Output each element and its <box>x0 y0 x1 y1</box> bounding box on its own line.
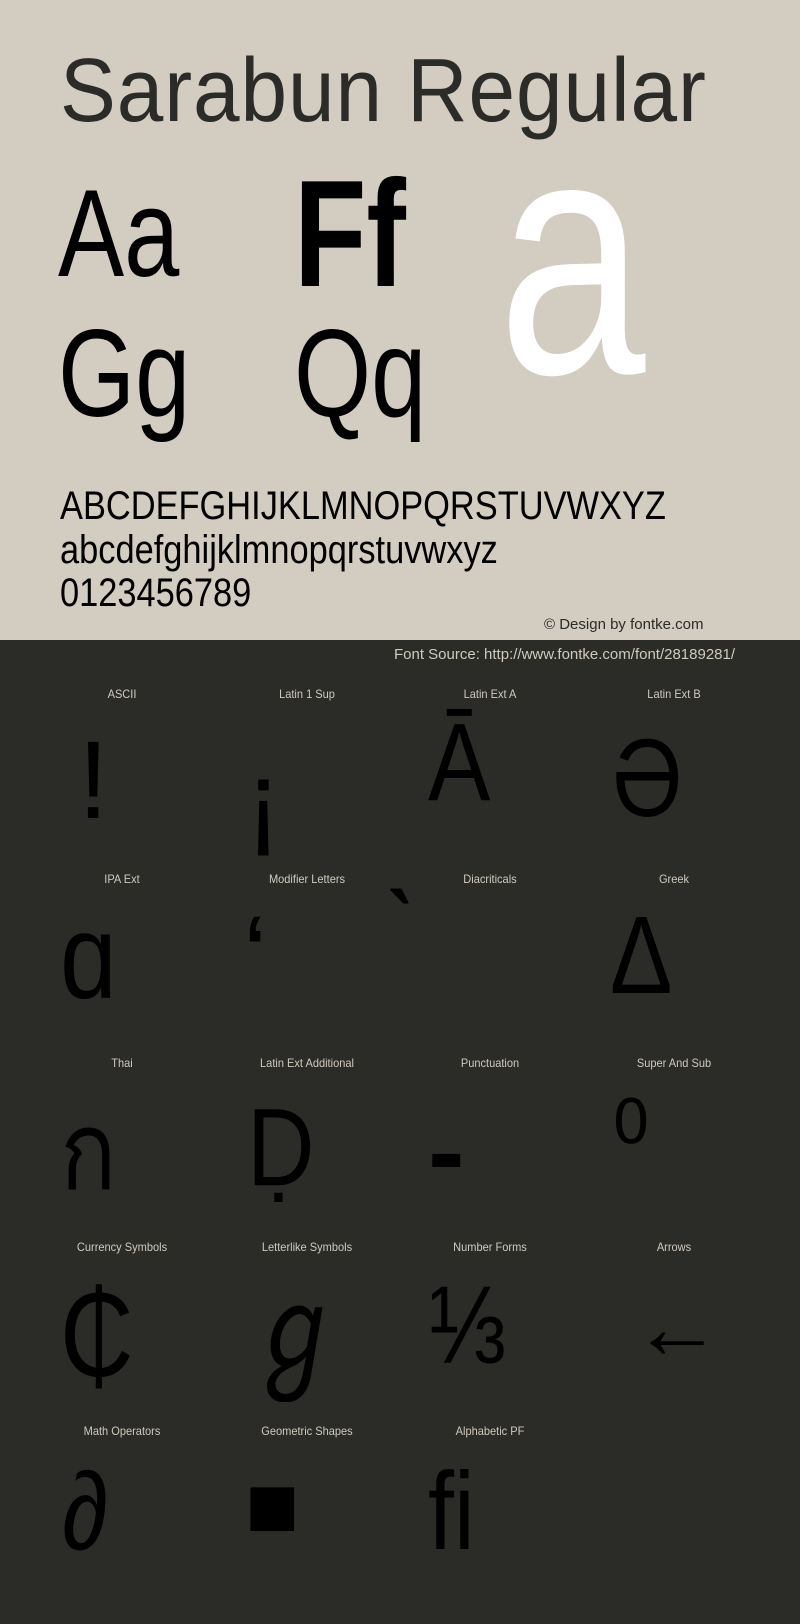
block-label: Currency Symbols <box>76 1240 168 1254</box>
block-cell-alphabetic-pf: Alphabetic PF ﬁ <box>398 1425 582 1609</box>
sample-pair-ff: Ff <box>294 149 406 319</box>
block-cell-ipa-ext: IPA Ext ɑ <box>30 873 214 1057</box>
block-cell-geometric-shapes: Geometric Shapes ■ <box>215 1425 399 1609</box>
block-label: Diacriticals <box>463 872 517 886</box>
block-label: Latin Ext B <box>647 687 701 701</box>
block-glyph: Ā <box>428 701 491 824</box>
block-cell-latin-ext-additional: Latin Ext Additional Ḍ <box>215 1057 399 1241</box>
block-glyph: ﬁ <box>428 1450 475 1573</box>
block-label: Geometric Shapes <box>261 1424 353 1438</box>
block-cell-currency-symbols: Currency Symbols ₵ <box>30 1241 214 1425</box>
digits-line: 0123456789 <box>60 571 252 615</box>
block-cell-modifier-letters: Modifier Letters ʻ <box>215 873 399 1057</box>
block-label: Arrows <box>656 1240 692 1254</box>
block-glyph: ʻ <box>243 898 268 1021</box>
sample-pair-gg: Gg <box>58 305 191 443</box>
block-label: IPA Ext <box>104 872 140 886</box>
block-glyph: ₵ <box>60 1268 134 1402</box>
block-label: ASCII <box>107 687 137 701</box>
block-cell-diacriticals: Diacriticals ̀ <box>398 873 582 1057</box>
block-cell-thai: Thai ก <box>30 1057 214 1241</box>
block-cell-greek: Greek Δ <box>582 873 766 1057</box>
block-label: Math Operators <box>83 1424 161 1438</box>
block-cell-latin-1-sup: Latin 1 Sup ¡ <box>215 688 399 872</box>
block-glyph: Δ <box>610 894 673 1017</box>
block-glyph: ‐ <box>428 1090 465 1213</box>
block-glyph: Ḍ <box>247 1086 315 1209</box>
large-sample-glyph: a <box>498 66 646 446</box>
block-glyph: ɑ <box>60 890 117 1024</box>
block-label: Latin Ext A <box>463 687 517 701</box>
block-cell-letterlike-symbols: Letterlike Symbols ℊ <box>215 1241 399 1425</box>
design-credit: © Design by fontke.com <box>544 616 704 633</box>
block-label: Number Forms <box>453 1240 527 1254</box>
block-cell-number-forms: Number Forms ⅓ <box>398 1241 582 1425</box>
block-cell-math-operators: Math Operators ∂ <box>30 1425 214 1609</box>
block-glyph: ⁰ <box>612 1080 650 1203</box>
block-label: Modifier Letters <box>268 872 346 886</box>
lowercase-alphabet: abcdefghijklmnopqrstuvwxyz <box>60 528 498 572</box>
block-cell-ascii: ASCII ! <box>30 688 214 872</box>
block-label: Punctuation <box>460 1056 520 1070</box>
left-arrow-icon: ← <box>632 1278 722 1378</box>
uppercase-alphabet: ABCDEFGHIJKLMNOPQRSTUVWXYZ <box>60 484 666 528</box>
block-label: Thai <box>111 1056 133 1070</box>
block-label: Latin 1 Sup <box>279 687 335 701</box>
block-glyph: ⅓ <box>428 1264 506 1387</box>
block-glyph: ¡ <box>245 739 282 862</box>
black-square-icon: ■ <box>245 1456 300 1556</box>
block-label: Latin Ext Additional <box>260 1056 354 1070</box>
block-glyph: ก <box>60 1090 117 1213</box>
block-cell-super-and-sub: Super And Sub ⁰ <box>582 1057 766 1241</box>
block-label: Alphabetic PF <box>455 1424 525 1438</box>
block-label: Greek <box>658 872 690 886</box>
sample-pair-aa: Aa <box>58 165 180 303</box>
block-glyph: ℊ <box>245 1264 347 1398</box>
block-cell-punctuation: Punctuation ‐ <box>398 1057 582 1241</box>
sample-pair-qq: Qq <box>294 305 427 443</box>
block-glyph: ∂ <box>62 1450 109 1573</box>
block-label: Letterlike Symbols <box>261 1240 353 1254</box>
block-label: Super And Sub <box>636 1056 712 1070</box>
block-cell-latin-ext-b: Latin Ext B Ə <box>582 688 766 872</box>
block-cell-latin-ext-a: Latin Ext A Ā <box>398 688 582 872</box>
block-glyph: Ə <box>612 717 683 840</box>
block-cell-arrows: Arrows ← <box>582 1241 766 1425</box>
block-glyph: ! <box>78 719 109 842</box>
font-source-link[interactable]: Font Source: http://www.fontke.com/font/… <box>394 646 735 663</box>
